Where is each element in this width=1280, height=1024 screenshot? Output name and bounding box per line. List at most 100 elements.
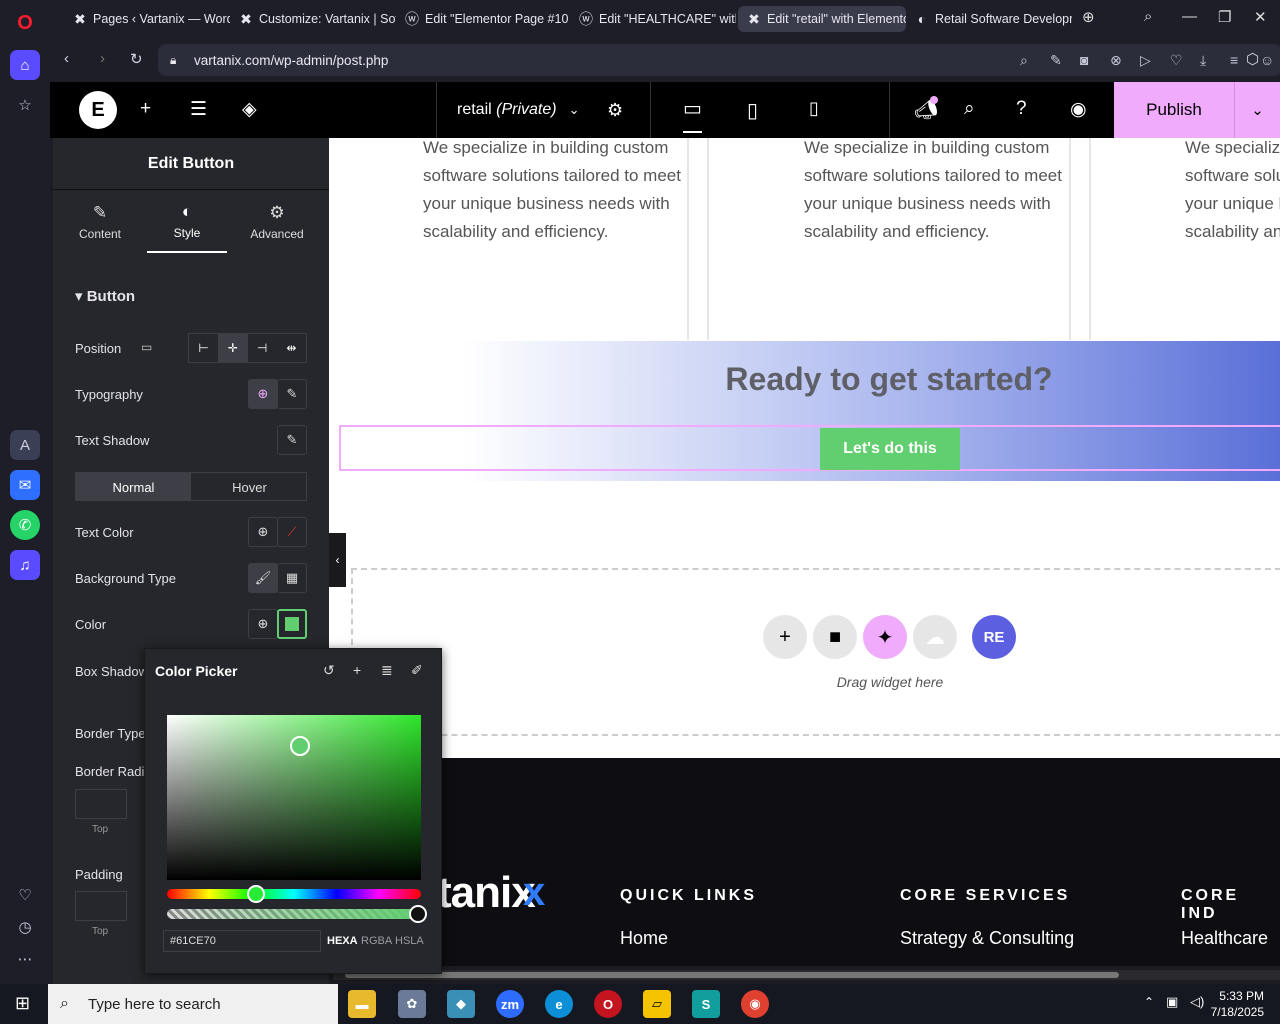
text-shadow-edit-icon[interactable]: ✎	[277, 425, 307, 455]
file-explorer-icon[interactable]: ▬	[348, 990, 376, 1018]
tab-customize[interactable]: ✖Customize: Vartanix | Softw	[230, 6, 396, 32]
extensions-icon[interactable]: ⬡	[1246, 50, 1259, 68]
heart-icon[interactable]: ♡	[10, 880, 40, 910]
desktop-icon[interactable]: ▭	[683, 96, 702, 133]
background-classic-icon[interactable]: 🖌︎	[248, 563, 278, 593]
format-hexa[interactable]: HEXA	[327, 935, 358, 947]
tablet-icon[interactable]: ▯	[747, 98, 758, 123]
aria-icon[interactable]: A	[10, 430, 40, 460]
preview-eye-icon[interactable]: ◉	[1070, 98, 1087, 121]
url-field[interactable]: 🔒︎ vartanix.com/wp-admin/post.php ⌕ ✎ ◙ …	[158, 44, 1280, 76]
volume-icon[interactable]: ◁)	[1190, 994, 1204, 1010]
royal-elementor-addons-icon[interactable]: RE	[972, 615, 1016, 659]
opera-logo-icon[interactable]: O	[10, 8, 40, 38]
opera-icon[interactable]: O	[594, 990, 622, 1018]
site-settings-icon[interactable]: ☰	[190, 98, 207, 121]
global-colors-icon[interactable]: ≣	[381, 662, 393, 679]
tab-retail[interactable]: ✖ Edit "retail" with Elemento	[738, 6, 906, 32]
cloud-templates-icon[interactable]: ☁	[913, 615, 957, 659]
taskbar-clock[interactable]: 5:33 PM 7/18/2025	[1211, 988, 1264, 1020]
edge-icon[interactable]: e	[545, 990, 573, 1018]
tab-pages[interactable]: ✖ Pages ‹ Vartanix — WordF	[64, 6, 230, 32]
section-button-toggle[interactable]: ▾ Button	[75, 287, 135, 305]
search-icon[interactable]: ⌕	[964, 98, 975, 120]
publish-button[interactable]: Publish	[1114, 82, 1234, 138]
border-radius-top-input[interactable]	[75, 789, 127, 819]
block-icon[interactable]: ⊗	[1110, 52, 1122, 69]
taskbar-search[interactable]: ⌕ Type here to search	[48, 984, 338, 1024]
elementor-logo-icon[interactable]: E	[79, 91, 117, 129]
eyedropper-icon[interactable]: ✐	[411, 662, 423, 679]
tray-chevron-up-icon[interactable]: ⌃	[1144, 995, 1154, 1009]
padding-top-input[interactable]	[75, 891, 127, 921]
color-swatch[interactable]	[277, 609, 307, 639]
app-s-icon[interactable]: S	[692, 990, 720, 1018]
format-hsla[interactable]: HSLA	[395, 935, 424, 947]
music-icon[interactable]: ♫	[10, 550, 40, 580]
publish-options-chevron-icon[interactable]: ⌄	[1234, 82, 1280, 138]
tab-healthcare[interactable]: ⓦEdit "HEALTHCARE" with E	[570, 6, 736, 32]
state-hover-tab[interactable]: Hover	[192, 473, 307, 501]
add-element-icon[interactable]: +	[140, 98, 151, 120]
text-color-swatch[interactable]: ⟋	[277, 517, 307, 547]
tab-elementor-page[interactable]: ⓦ Edit "Elementor Page #10	[396, 6, 570, 32]
add-color-icon[interactable]: +	[353, 662, 361, 678]
forward-icon[interactable]: ›	[100, 50, 105, 67]
tab-retail-site[interactable]: ◐ Retail Software Developm	[906, 6, 1072, 32]
reset-icon[interactable]: ↺	[323, 662, 335, 679]
typography-global-icon[interactable]: ⊕	[248, 379, 278, 409]
color-global-icon[interactable]: ⊕	[248, 609, 278, 639]
background-gradient-icon[interactable]: ▦	[277, 563, 307, 593]
chrome-icon[interactable]: ◉	[741, 990, 769, 1018]
template-library-folder-icon[interactable]: ■	[813, 615, 857, 659]
paint-icon[interactable]: ✿	[398, 990, 426, 1018]
star-icon[interactable]: ☆	[10, 90, 40, 120]
network-icon[interactable]: ▣	[1166, 994, 1178, 1010]
tab-style[interactable]: ◐ Style	[147, 191, 227, 253]
position-start-icon[interactable]: ⊢	[189, 334, 218, 362]
menu-icon[interactable]: ≡	[1230, 52, 1238, 68]
edit-icon[interactable]: ✎	[1050, 52, 1062, 69]
scrollbar-thumb[interactable]	[345, 972, 1119, 978]
footer-link[interactable]: Healthcare	[1181, 928, 1268, 949]
state-normal-tab[interactable]: Normal	[76, 473, 191, 501]
history-icon[interactable]: ◷	[10, 912, 40, 942]
download-icon[interactable]: ⤓	[1200, 52, 1206, 69]
footer-link[interactable]: Strategy & Consulting	[900, 928, 1074, 949]
tab-advanced[interactable]: ⚙ Advanced	[237, 191, 317, 253]
format-rgba[interactable]: RGBA	[361, 935, 392, 947]
more-icon[interactable]: ⋯	[10, 944, 40, 974]
panel-collapse-toggle[interactable]: ‹	[329, 533, 346, 587]
messenger-icon[interactable]: ✉	[10, 470, 40, 500]
empty-drop-zone[interactable]	[351, 568, 1280, 736]
saturation-handle[interactable]	[290, 736, 310, 756]
close-icon[interactable]: ✕	[1254, 8, 1267, 26]
mobile-icon[interactable]: ▯	[809, 98, 819, 119]
sticky-notes-icon[interactable]: ▱	[643, 990, 671, 1018]
structure-layers-icon[interactable]: ◈	[242, 98, 257, 121]
new-tab-icon[interactable]: ⊕	[1082, 8, 1095, 26]
whatsapp-icon[interactable]: ✆	[10, 510, 40, 540]
page-selector[interactable]: retail (Private) ⌄ ⚙	[436, 82, 650, 138]
add-section-icon[interactable]: +	[763, 615, 807, 659]
reload-icon[interactable]: ↻	[130, 50, 143, 68]
ai-sparkle-icon[interactable]: ✦	[863, 615, 907, 659]
selected-widget-outline[interactable]	[339, 425, 1280, 471]
profile-icon[interactable]: ☺	[1260, 52, 1274, 68]
hue-slider[interactable]	[167, 889, 421, 899]
position-end-icon[interactable]: ⊣	[248, 334, 277, 362]
horizontal-scrollbar[interactable]	[333, 970, 1280, 980]
camera-icon[interactable]: ◙	[1080, 52, 1088, 68]
tab-search-icon[interactable]: ⌕	[1144, 8, 1152, 25]
maximize-icon[interactable]: ❐	[1218, 8, 1231, 26]
alpha-slider[interactable]	[167, 909, 421, 919]
heart-icon[interactable]: ♡	[1170, 52, 1183, 69]
page-settings-icon[interactable]: ⚙	[607, 100, 623, 121]
position-center-icon[interactable]: ✛	[218, 334, 248, 362]
typography-edit-icon[interactable]: ✎	[277, 379, 307, 409]
responsive-desktop-icon[interactable]: ▭	[141, 340, 152, 354]
hex-input[interactable]: #61CE70	[163, 930, 321, 952]
app-icon[interactable]: ◆	[447, 990, 475, 1018]
help-icon[interactable]: ?	[1016, 98, 1027, 120]
tab-content[interactable]: ✎ Content	[60, 191, 140, 253]
